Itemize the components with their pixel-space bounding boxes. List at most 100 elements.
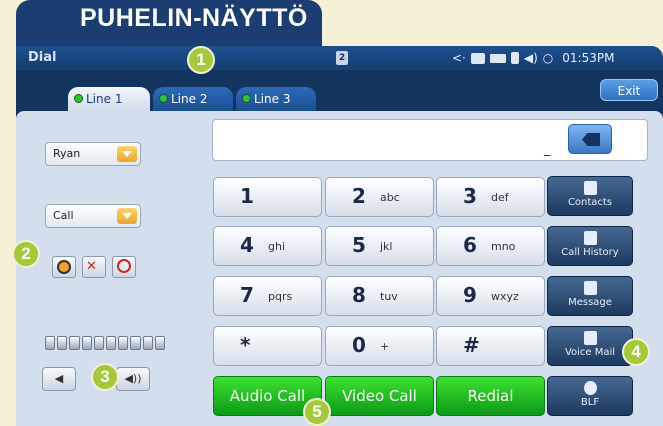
key-digit: # xyxy=(463,333,480,357)
volume-segment xyxy=(81,336,92,350)
key-6[interactable]: 6 mno xyxy=(436,226,545,266)
contacts-button[interactable]: Contacts xyxy=(547,176,633,216)
exit-button[interactable]: Exit xyxy=(600,79,658,101)
key-digit: 6 xyxy=(463,233,477,257)
key-digit: 8 xyxy=(352,283,366,307)
volume-segment xyxy=(130,336,141,350)
tab-line-1[interactable]: Line 1 xyxy=(68,87,150,111)
tab-line-3[interactable]: Line 3 xyxy=(236,87,316,111)
sync-icon: ○ xyxy=(542,51,554,65)
key-digit: 7 xyxy=(240,283,254,307)
page-indicator: 2 xyxy=(336,51,348,65)
blf-icon xyxy=(583,381,597,395)
line-status-led-icon xyxy=(242,94,251,103)
dnd-button[interactable] xyxy=(52,256,76,278)
volume-segment xyxy=(45,336,56,350)
blf-button[interactable]: BLF xyxy=(547,376,633,416)
backspace-button[interactable] xyxy=(568,124,612,154)
volume-down-button[interactable]: ◀ xyxy=(42,367,76,391)
call-forward-button[interactable]: ✕ xyxy=(82,256,106,278)
status-bar: Dial 2 <· ◀) ○ 01:53PM xyxy=(16,46,663,70)
key-digit: 5 xyxy=(352,233,366,257)
volume-bar[interactable] xyxy=(45,336,166,350)
key-digit: 2 xyxy=(352,184,366,208)
dnd-icon xyxy=(57,260,71,274)
blf-label: BLF xyxy=(580,397,600,408)
key-letters: abc xyxy=(380,191,400,204)
title-tab: PUHELIN-NÄYTTÖ xyxy=(16,0,322,52)
call-history-icon xyxy=(583,231,597,245)
chevron-down-icon xyxy=(117,146,137,162)
battery-icon xyxy=(489,53,506,63)
key-5[interactable]: 5 jkl xyxy=(325,226,434,266)
volume-down-icon: ◀ xyxy=(54,372,64,385)
chevron-down-icon xyxy=(117,208,137,224)
message-label: Message xyxy=(568,297,612,308)
key-letters: jkl xyxy=(380,240,393,253)
key-8[interactable]: 8 tuv xyxy=(325,276,434,316)
key-0[interactable]: 0 + xyxy=(325,326,434,366)
key-7[interactable]: 7 pqrs xyxy=(213,276,322,316)
volume-segment xyxy=(57,336,68,350)
key-4[interactable]: 4 ghi xyxy=(213,226,322,266)
callout-badge-2: 2 xyxy=(12,240,40,268)
contacts-icon xyxy=(583,181,597,195)
key-2[interactable]: 2 abc xyxy=(325,177,434,217)
tab-label: Line 2 xyxy=(171,92,208,106)
key-letters: + xyxy=(380,340,390,353)
voice-mail-label: Voice Mail xyxy=(564,347,616,358)
key-digit: 4 xyxy=(240,233,254,257)
tab-label: Line 3 xyxy=(254,92,291,106)
key-digit: * xyxy=(240,333,251,357)
tab-line-2[interactable]: Line 2 xyxy=(153,87,233,111)
callout-badge-4: 4 xyxy=(622,338,650,366)
voice-mail-icon xyxy=(583,331,597,345)
tab-label: Line 1 xyxy=(86,92,123,106)
callout-badge-5: 5 xyxy=(303,398,331,426)
headset-icon xyxy=(117,259,131,273)
network-icon: <· xyxy=(452,51,466,65)
voice-mail-button[interactable]: Voice Mail xyxy=(547,326,633,366)
key-3[interactable]: 3 def xyxy=(436,177,545,217)
key-letters: ghi xyxy=(268,240,286,253)
key-digit: 0 xyxy=(352,333,366,357)
key-letters: pqrs xyxy=(268,290,293,303)
key-digit: 3 xyxy=(463,184,477,208)
key-1[interactable]: 1 xyxy=(213,177,322,217)
key-letters: def xyxy=(491,191,509,204)
callout-badge-1: 1 xyxy=(187,46,215,74)
call-forward-icon: ✕ xyxy=(86,259,97,274)
account-select[interactable]: Ryan xyxy=(45,142,141,166)
volume-segment xyxy=(142,336,153,350)
mode-select[interactable]: Call xyxy=(45,204,141,228)
key-star[interactable]: * xyxy=(213,326,322,366)
screen-title: Dial xyxy=(28,50,57,65)
key-letters: mno xyxy=(491,240,516,253)
volume-segment xyxy=(154,336,166,350)
volume-segment xyxy=(69,336,80,350)
backspace-icon xyxy=(582,133,600,146)
key-9[interactable]: 9 wxyz xyxy=(436,276,545,316)
clock: 01:53PM xyxy=(562,51,615,65)
message-button[interactable]: Message xyxy=(547,276,633,316)
line-status-led-icon xyxy=(159,94,168,103)
input-cursor: _ xyxy=(544,142,551,157)
volume-up-button[interactable]: ◀)) xyxy=(116,367,150,391)
volume-segment xyxy=(118,336,129,350)
mode-select-value: Call xyxy=(53,209,74,222)
key-letters: tuv xyxy=(380,290,398,303)
page-title: PUHELIN-NÄYTTÖ xyxy=(80,4,308,32)
key-letters: wxyz xyxy=(491,290,519,303)
headset-button[interactable] xyxy=(112,256,136,278)
video-call-button[interactable]: Video Call xyxy=(325,376,434,416)
key-digit: 9 xyxy=(463,283,477,307)
volume-up-icon: ◀)) xyxy=(124,372,142,385)
redial-button[interactable]: Redial xyxy=(436,376,545,416)
callout-badge-3: 3 xyxy=(91,363,119,391)
key-hash[interactable]: # xyxy=(436,326,545,366)
key-digit: 1 xyxy=(240,184,254,208)
status-icons: <· ◀) ○ 01:53PM xyxy=(452,49,614,67)
message-icon xyxy=(583,281,597,295)
call-history-button[interactable]: Call History xyxy=(547,226,633,266)
contacts-label: Contacts xyxy=(567,197,613,208)
